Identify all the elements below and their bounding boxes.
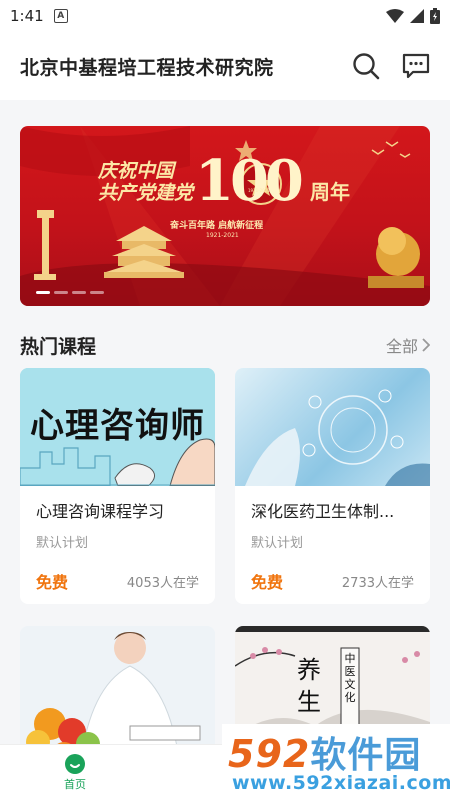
learner-count: 4053人在学: [126, 575, 199, 591]
course-info: 心理咨询课程学习 默认计划 免费 4053人在学: [20, 486, 215, 593]
header-actions: [352, 52, 430, 80]
tab-home[interactable]: 首页: [0, 745, 150, 800]
thumbnail-art: [245, 389, 430, 486]
carousel-dot[interactable]: [72, 291, 86, 294]
course-price: 免费: [251, 573, 284, 592]
popular-courses-header: 热门课程 全部: [20, 330, 430, 360]
banner-headline-line2: 共产党建党: [98, 182, 194, 204]
thumbnail-vertical-text: 中医文化: [344, 652, 356, 704]
view-all-label: 全部: [385, 337, 418, 356]
course-card[interactable]: 深化医药卫生体制... 默认计划 免费 2733人在学: [235, 368, 430, 604]
course-footer: 免费 4053人在学: [36, 569, 199, 593]
page-title: 北京中基程培工程技术研究院: [20, 56, 274, 79]
tab-home-label: 首页: [64, 777, 86, 791]
watermark-logo-text: 软件园: [310, 735, 422, 776]
view-all-link[interactable]: 全部: [386, 333, 430, 357]
watermark-logo: 592软件园: [228, 726, 421, 778]
banner-suffix: 周年: [310, 180, 350, 204]
course-info: 深化医药卫生体制... 默认计划 免费 2733人在学: [235, 486, 430, 593]
course-thumbnail: 心理咨询师: [20, 368, 215, 486]
course-title: 深化医药卫生体制...: [251, 502, 395, 521]
course-title: 心理咨询课程学习: [36, 502, 165, 521]
app-header: 北京中基程培工程技术研究院: [0, 32, 450, 100]
learner-count: 2733人在学: [341, 575, 414, 591]
banner-years: 1921-2021: [206, 232, 239, 239]
banner-anniversary: 100: [195, 148, 304, 214]
banner-headline: 庆祝中国 共产党建党: [98, 160, 193, 204]
signal-icon: [410, 9, 424, 23]
carousel-dot[interactable]: [36, 291, 50, 294]
thumbnail-title: 心理咨询师: [30, 406, 205, 446]
watermark: 592软件园 www.592xiazai.com: [222, 724, 450, 800]
course-plan: 默认计划: [36, 536, 89, 551]
status-time: 1:41: [10, 7, 44, 25]
battery-icon: [430, 8, 440, 24]
watermark-logo-number: 592: [228, 732, 311, 776]
section-title: 热门课程: [20, 335, 97, 358]
banner-headline-line1: 庆祝中国: [98, 160, 175, 182]
status-icons: [386, 8, 440, 24]
notification-icon: A: [53, 9, 68, 23]
carousel-dot[interactable]: [90, 291, 104, 294]
course-card[interactable]: 心理咨询师 心理咨询课程学习 默认计划 免费 4053人在学: [20, 368, 215, 604]
banner-slogan: 奋斗百年路 启航新征程: [170, 221, 264, 231]
carousel-dot[interactable]: [54, 291, 68, 294]
course-thumbnail: [235, 368, 430, 486]
home-icon: [65, 753, 85, 774]
chevron-right-icon: [422, 338, 430, 352]
course-plan: 默认计划: [251, 536, 304, 551]
banner-badge-years: 1921-2021: [248, 188, 270, 193]
message-icon[interactable]: [402, 53, 430, 79]
search-icon[interactable]: [352, 52, 380, 80]
watermark-url: www.592xiazai.com: [232, 772, 450, 794]
wifi-icon: [386, 9, 404, 23]
thumbnail-calligraphy: 养生: [297, 656, 321, 716]
banner-carousel[interactable]: 庆祝中国 共产党建党 100 周年 奋斗百年路 启航新征程 1921-2021 …: [20, 126, 430, 306]
status-bar: 1:41 A: [0, 0, 450, 32]
carousel-indicator[interactable]: [36, 291, 104, 294]
course-footer: 免费 2733人在学: [251, 569, 414, 593]
course-price: 免费: [36, 573, 69, 592]
